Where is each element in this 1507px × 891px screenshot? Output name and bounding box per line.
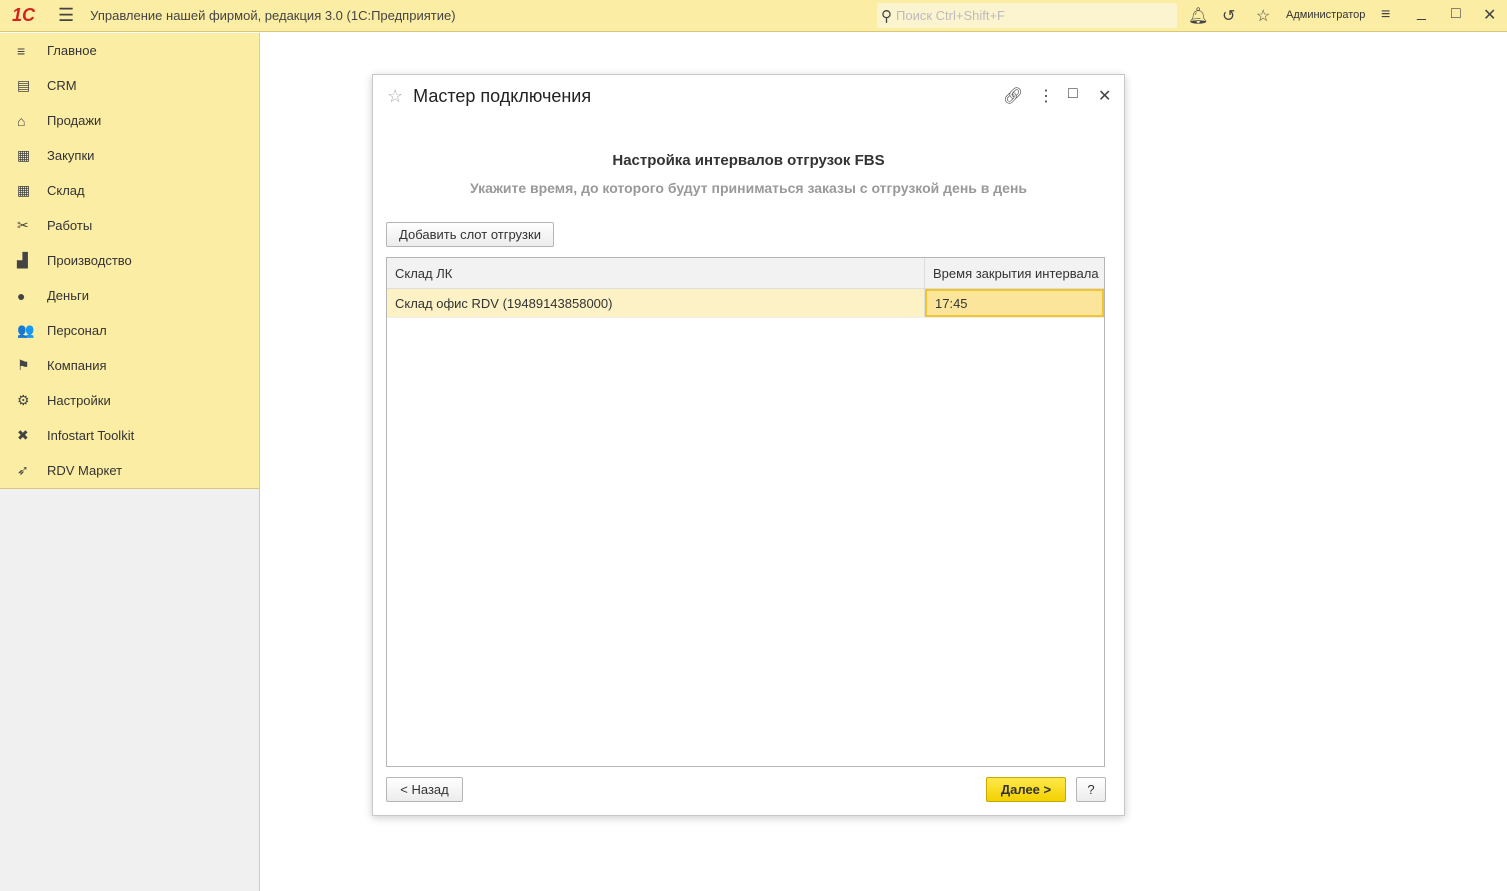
table-header: Склад ЛК Время закрытия интервала [387, 258, 1104, 289]
section-icon: ● [17, 287, 26, 304]
search-input[interactable]: ⚲ Поиск Ctrl+Shift+F [877, 3, 1177, 28]
sidebar-item[interactable]: 👥 Персонал [0, 313, 259, 348]
favorite-star-icon[interactable]: ☆ [387, 86, 403, 107]
sidebar-item[interactable]: ▦ Склад [0, 173, 259, 208]
star-icon[interactable]: ☆ [1256, 6, 1270, 26]
sidebar-item[interactable]: ● Деньги [0, 278, 259, 313]
sidebar-item-label: Infostart Toolkit [47, 428, 135, 443]
sidebar-item[interactable]: ⌂ Продажи [0, 103, 259, 138]
link-icon[interactable]: 🔗︎ [1003, 86, 1023, 106]
back-button[interactable]: < Назад [386, 777, 463, 802]
table-row[interactable]: Склад офис RDV (19489143858000) 17:45 [387, 289, 1104, 318]
warehouse-cell[interactable]: Склад офис RDV (19489143858000) [387, 289, 925, 317]
sidebar: ≡ Главное ▤ CRM ⌂ Продажи ▦ Закупки ▦ Склад ✂ Работ… [0, 33, 260, 891]
sidebar-item[interactable]: ⚑ Компания [0, 348, 259, 383]
minimize-icon[interactable]: _ [1417, 4, 1426, 22]
search-icon: ⚲ [881, 7, 892, 25]
more-icon[interactable]: ⋮ [1038, 86, 1054, 106]
sidebar-item-label: Персонал [47, 323, 107, 338]
section-icon: ▤ [17, 77, 31, 93]
history-icon[interactable]: ↺ [1222, 6, 1235, 26]
section-icon: 👥 [17, 322, 35, 338]
1c-logo: 1С [12, 5, 36, 25]
wizard-subheading: Укажите время, до которого будут принима… [469, 180, 1028, 196]
app-title: Управление нашей фирмой, редакция 3.0 (1… [90, 8, 456, 23]
sidebar-item[interactable]: ▤ CRM [0, 68, 259, 103]
column-close-time[interactable]: Время закрытия интервала [925, 258, 1104, 288]
sidebar-item[interactable]: ▟ Производство [0, 243, 259, 278]
close-icon[interactable]: ✕ [1483, 5, 1496, 25]
bell-icon[interactable]: 🔔︎ [1188, 6, 1208, 26]
sidebar-item-label: CRM [47, 78, 77, 93]
connection-wizard-dialog: ☆ Мастер подключения 🔗︎ ⋮ □ ✕ Настройка и… [372, 74, 1125, 816]
sidebar-item-label: Закупки [47, 148, 95, 163]
add-slot-button[interactable]: Добавить слот отгрузки [386, 222, 554, 247]
sidebar-item[interactable]: ≡ Главное [0, 33, 259, 68]
sidebar-item-label: Склад [47, 183, 85, 198]
close-icon[interactable]: ✕ [1098, 86, 1111, 106]
section-icon: ▦ [17, 182, 31, 198]
sidebar-item-label: Компания [47, 358, 107, 373]
sidebar-item[interactable]: ✂ Работы [0, 208, 259, 243]
help-button[interactable]: ? [1076, 777, 1106, 802]
sidebar-item-label: Деньги [47, 288, 89, 303]
section-icon: ▦ [17, 147, 31, 163]
close-time-cell[interactable]: 17:45 [925, 289, 1104, 317]
section-icon: ✂ [17, 217, 29, 233]
sidebar-item-label: Работы [47, 218, 93, 233]
section-menu: ≡ Главное ▤ CRM ⌂ Продажи ▦ Закупки ▦ Склад ✂ Работ… [0, 33, 259, 489]
top-bar: 1С ☰ Управление нашей фирмой, редакция 3… [0, 0, 1507, 32]
maximize-icon[interactable]: □ [1068, 85, 1078, 103]
sidebar-item[interactable]: ⚙ Настройки [0, 383, 259, 418]
sidebar-item-label: Производство [47, 253, 132, 268]
settings-menu-icon[interactable]: ≡ [1381, 6, 1390, 24]
maximize-icon[interactable]: □ [1451, 5, 1461, 23]
section-icon: ➶ [17, 462, 29, 478]
section-icon: ⚙ [17, 392, 30, 408]
search-placeholder: Поиск Ctrl+Shift+F [896, 8, 1005, 23]
sidebar-item-label: Продажи [47, 113, 102, 128]
intervals-table: Склад ЛК Время закрытия интервала Склад … [386, 257, 1105, 767]
menu-icon[interactable]: ☰ [58, 5, 74, 26]
section-icon: ⌂ [17, 112, 26, 129]
sidebar-item[interactable]: ➶ RDV Маркет [0, 453, 259, 488]
dialog-title: Мастер подключения [413, 86, 592, 106]
sidebar-item[interactable]: ✖ Infostart Toolkit [0, 418, 259, 453]
wizard-heading: Настройка интервалов отгрузок FBS [612, 152, 885, 169]
sidebar-item-label: Главное [47, 43, 97, 58]
sidebar-item-label: Настройки [47, 393, 111, 408]
section-icon: ⚑ [17, 357, 30, 373]
user-name[interactable]: Администратор [1286, 9, 1365, 21]
sidebar-item[interactable]: ▦ Закупки [0, 138, 259, 173]
section-icon: ✖ [17, 427, 29, 443]
column-warehouse[interactable]: Склад ЛК [387, 258, 925, 288]
section-icon: ≡ [17, 42, 26, 59]
section-icon: ▟ [17, 252, 28, 268]
sidebar-item-label: RDV Маркет [47, 463, 123, 478]
next-button[interactable]: Далее > [986, 777, 1066, 802]
